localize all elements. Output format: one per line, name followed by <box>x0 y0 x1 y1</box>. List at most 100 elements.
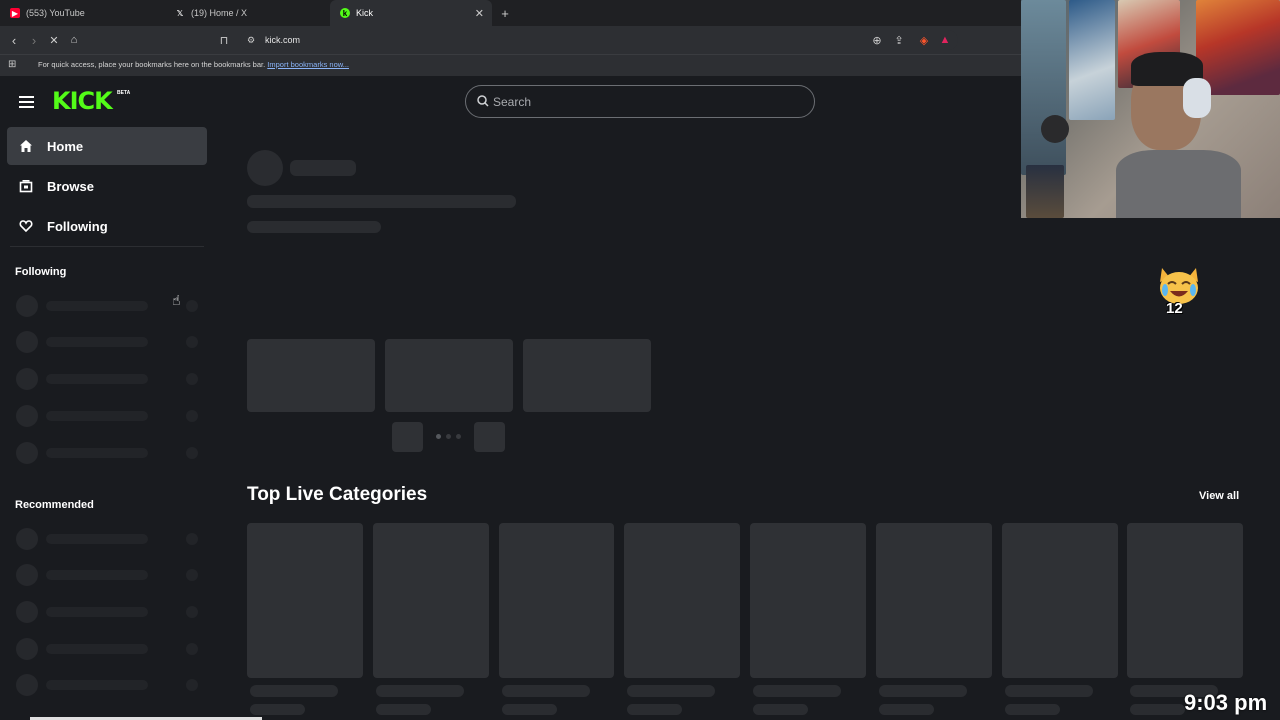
skeleton-category-label <box>250 685 338 697</box>
skeleton-category-label <box>879 685 967 697</box>
skeleton-avatar <box>16 674 38 696</box>
headphones-icon <box>1183 78 1211 118</box>
emote-overlay: 12 <box>1156 264 1202 320</box>
home-icon <box>19 139 33 153</box>
beta-badge: BETA <box>117 90 131 96</box>
category-card-skeleton[interactable] <box>624 523 740 678</box>
skeleton-bar <box>46 534 148 544</box>
sidebar: KICK BETA Home Browse Following Followin… <box>0 76 214 720</box>
view-all-link[interactable]: View all <box>1199 490 1239 502</box>
skeleton-category-sub <box>753 704 808 715</box>
import-bookmarks-link[interactable]: Import bookmarks now... <box>267 60 349 69</box>
skeleton-bar <box>46 374 148 384</box>
skeleton-avatar <box>16 295 38 317</box>
skeleton-category-sub <box>250 704 305 715</box>
site-info-icon[interactable]: ⚙ <box>243 32 259 48</box>
carousel-prev-button[interactable] <box>392 422 423 452</box>
skeleton-bar <box>46 570 148 580</box>
close-icon[interactable]: ✕ <box>475 7 484 20</box>
skeleton-avatar <box>16 528 38 550</box>
skeleton-avatar <box>16 331 38 353</box>
category-card-skeleton[interactable] <box>750 523 866 678</box>
category-card-skeleton[interactable] <box>1127 523 1243 678</box>
skeleton-featured-name <box>290 160 356 176</box>
youtube-icon: ▶ <box>10 8 20 18</box>
skeleton-dot <box>186 373 198 385</box>
carousel-next-button[interactable] <box>474 422 505 452</box>
poster-image <box>1021 0 1066 175</box>
skeleton-bar <box>46 301 148 311</box>
skeleton-category-sub <box>376 704 431 715</box>
skeleton-bar <box>46 448 148 458</box>
browse-icon <box>19 179 33 193</box>
top-live-categories-heading: Top Live Categories <box>247 484 428 505</box>
category-card-skeleton[interactable] <box>247 523 363 678</box>
following-heading: Following <box>15 266 67 278</box>
skeleton-dot <box>186 643 198 655</box>
skeleton-featured-avatar <box>247 150 283 186</box>
skeleton-dot <box>186 336 198 348</box>
address-bar[interactable] <box>240 30 958 50</box>
rewards-icon[interactable]: ▲ <box>937 32 953 48</box>
clock-overlay: 9:03 pm <box>1184 690 1268 715</box>
skeleton-dot <box>186 300 198 312</box>
skeleton-featured-title <box>247 195 516 208</box>
skeleton-dot <box>186 410 198 422</box>
skeleton-avatar <box>16 405 38 427</box>
nav-following[interactable]: Following <box>7 207 207 245</box>
kick-icon: k <box>340 8 350 18</box>
tab-x[interactable]: 𝕏 (19) Home / X <box>165 0 330 26</box>
skeleton-category-label <box>753 685 841 697</box>
nav-browse[interactable]: Browse <box>7 167 207 205</box>
back-button[interactable]: ‹ <box>6 32 22 48</box>
menu-icon[interactable] <box>19 96 34 108</box>
bookmark-icon[interactable]: ⊓ <box>216 32 232 48</box>
category-card-skeleton[interactable] <box>876 523 992 678</box>
search-input[interactable]: Search <box>465 85 815 118</box>
carousel-dot[interactable] <box>436 434 441 439</box>
skeleton-category-sub <box>1130 704 1185 715</box>
zoom-icon[interactable]: ⊕ <box>869 32 885 48</box>
category-card-skeleton[interactable] <box>1002 523 1118 678</box>
skeleton-featured-sub <box>247 221 381 233</box>
skeleton-avatar <box>16 601 38 623</box>
tab-label: (19) Home / X <box>191 8 248 18</box>
tab-youtube[interactable]: ▶ (553) YouTube <box>0 0 165 26</box>
skeleton-category-sub <box>627 704 682 715</box>
new-tab-button[interactable]: + <box>497 5 513 21</box>
microphone-icon <box>1041 115 1069 143</box>
skeleton-category-label <box>376 685 464 697</box>
skeleton-category-sub <box>879 704 934 715</box>
brave-shield-icon[interactable]: ◈ <box>916 32 932 48</box>
skeleton-bar <box>46 680 148 690</box>
carousel-dot[interactable] <box>456 434 461 439</box>
streamer-shirt <box>1116 150 1241 218</box>
url-text[interactable]: kick.com <box>265 35 300 45</box>
tab-kick[interactable]: k Kick ✕ <box>330 0 492 26</box>
x-icon: 𝕏 <box>176 8 184 18</box>
skeleton-avatar <box>16 442 38 464</box>
sidebar-divider <box>10 246 204 247</box>
category-card-skeleton[interactable] <box>373 523 489 678</box>
skeleton-carousel-card <box>247 339 375 412</box>
nav-home[interactable]: Home <box>7 127 207 165</box>
skeleton-category-label <box>1005 685 1093 697</box>
category-card-skeleton[interactable] <box>499 523 614 678</box>
search-icon <box>477 95 489 107</box>
skeleton-dot <box>186 447 198 459</box>
share-icon[interactable]: ⇪ <box>891 32 907 48</box>
poster-image <box>1196 0 1280 95</box>
forward-button[interactable]: › <box>26 32 42 48</box>
apps-grid-icon[interactable]: ⊞ <box>8 59 16 70</box>
home-button[interactable]: ⌂ <box>66 32 82 48</box>
skeleton-dot <box>186 533 198 545</box>
nav-label: Home <box>47 138 84 154</box>
kick-logo[interactable]: KICK <box>52 89 113 113</box>
carousel-dot[interactable] <box>446 434 451 439</box>
tab-label: (553) YouTube <box>26 8 85 18</box>
skeleton-dot <box>186 679 198 691</box>
skeleton-dot <box>186 569 198 581</box>
skeleton-avatar <box>16 368 38 390</box>
skeleton-avatar <box>16 638 38 660</box>
stop-loading-button[interactable]: ✕ <box>46 32 62 48</box>
